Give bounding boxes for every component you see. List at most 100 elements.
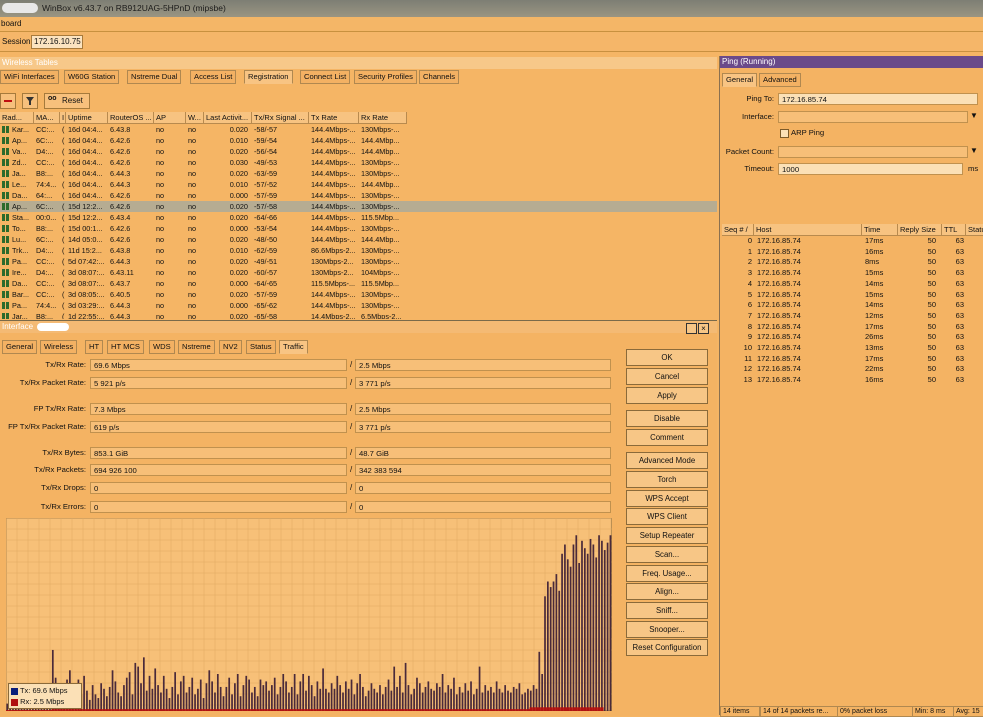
column-header-ap[interactable]: AP <box>154 112 186 124</box>
menu-text[interactable]: board <box>1 19 21 28</box>
column-header-ma[interactable]: MA... <box>34 112 60 124</box>
tab-ht-mcs[interactable]: HT MCS <box>107 340 144 354</box>
tab-general[interactable]: General <box>2 340 38 354</box>
packet-count-field[interactable] <box>778 146 968 158</box>
tab-channels[interactable]: Channels <box>419 70 460 84</box>
remove-button[interactable] <box>0 93 16 109</box>
column-header-w[interactable]: W... <box>186 112 204 124</box>
reset-configuration-button[interactable]: Reset Configuration <box>626 639 708 656</box>
close-icon[interactable]: × <box>698 323 709 334</box>
tab-access-list[interactable]: Access List <box>190 70 237 84</box>
ok-button[interactable]: OK <box>626 349 708 366</box>
scan-button[interactable]: Scan... <box>626 546 708 563</box>
table-row[interactable]: Ap... 6C:...(15d 12:2... 6.42.6 no no 0.020 -5… <box>0 201 717 212</box>
ping-row[interactable]: 0 172.16.85.74 17ms 50 63 <box>720 236 983 247</box>
tab-traffic[interactable]: Traffic <box>279 340 308 354</box>
tab-ht[interactable]: HT <box>85 340 104 354</box>
tab-wifi-interfaces[interactable]: WiFi Interfaces <box>0 70 59 84</box>
apply-button[interactable]: Apply <box>626 387 708 404</box>
table-row[interactable]: Da... 64:...(16d 04:4... 6.42.6 no no 0.000 -5… <box>0 190 717 201</box>
table-row[interactable]: Bar... CC:...(3d 08:05:... 6.40.5 no no 0.020… <box>0 289 717 300</box>
setup-repeater-button[interactable]: Setup Repeater <box>626 527 708 544</box>
session-field[interactable]: 172.16.10.75 <box>31 35 83 49</box>
ping-column-time[interactable]: Time <box>862 224 898 236</box>
tab-status[interactable]: Status <box>246 340 276 354</box>
tab-wds[interactable]: WDS <box>149 340 175 354</box>
ping-row[interactable]: 10 172.16.85.74 13ms 50 63 <box>720 343 983 354</box>
sniff-button[interactable]: Sniff... <box>626 602 708 619</box>
ping-row[interactable]: 4 172.16.85.74 14ms 50 63 <box>720 279 983 290</box>
ping-row[interactable]: 9 172.16.85.74 26ms 50 63 <box>720 332 983 343</box>
comment-button[interactable]: Comment <box>626 429 708 446</box>
ping-row[interactable]: 6 172.16.85.74 14ms 50 63 <box>720 300 983 311</box>
table-row[interactable]: Da... CC:...(3d 08:07:... 6.43.7 no no 0.000-… <box>0 278 717 289</box>
tab-advanced[interactable]: Advanced <box>759 73 801 87</box>
tab-nv2[interactable]: NV2 <box>219 340 242 354</box>
torch-button[interactable]: Torch <box>626 471 708 488</box>
table-row[interactable]: Pa... 74:4...(3d 03:29:... 6.44.3 no no 0.000… <box>0 300 717 311</box>
ping-column-reply-size[interactable]: Reply Size <box>898 224 942 236</box>
restore-icon[interactable] <box>686 323 697 334</box>
tab-registration[interactable]: Registration <box>244 70 293 84</box>
interface-dropdown-icon[interactable]: ▼ <box>970 111 978 120</box>
table-row[interactable]: To... B8:...(15d 00:1... 6.42.6 no no 0.000 -5… <box>0 223 717 234</box>
reset-button[interactable]: oo Reset <box>44 93 90 109</box>
table-row[interactable]: Ja... B8:...(16d 04:4... 6.44.3 no no 0.020 -6… <box>0 168 717 179</box>
ping-row[interactable]: 13 172.16.85.74 16ms 50 63 <box>720 375 983 386</box>
ping-row[interactable]: 8 172.16.85.74 17ms 50 63 <box>720 322 983 333</box>
rx-bar <box>483 709 487 711</box>
column-header-tx-rate[interactable]: Tx Rate <box>309 112 359 124</box>
tab-general[interactable]: General <box>722 73 758 87</box>
arp-ping-checkbox[interactable] <box>780 129 789 138</box>
interface-select[interactable] <box>778 111 968 123</box>
table-row[interactable]: Va... D4:...(16d 04:4... 6.42.6 no no 0.020 -5… <box>0 146 717 157</box>
advanced-mode-button[interactable]: Advanced Mode <box>626 452 708 469</box>
ping-row[interactable]: 5 172.16.85.74 15ms 50 63 <box>720 290 983 301</box>
cancel-button[interactable]: Cancel <box>626 368 708 385</box>
tab-connect-list[interactable]: Connect List <box>300 70 351 84</box>
rx-bar <box>452 709 456 711</box>
ping-row[interactable]: 2 172.16.85.74 8ms 50 63 <box>720 257 983 268</box>
table-row[interactable]: Ire... D4:...(3d 08:07:... 6.43.11 no no 0.02… <box>0 267 717 278</box>
tab-w60g-station[interactable]: W60G Station <box>64 70 120 84</box>
ping-to-field[interactable]: 172.16.85.74 <box>778 93 978 105</box>
freq-usage-button[interactable]: Freq. Usage... <box>626 565 708 582</box>
wps-accept-button[interactable]: WPS Accept <box>626 490 708 507</box>
ping-row[interactable]: 1 172.16.85.74 16ms 50 63 <box>720 247 983 258</box>
tab-wireless[interactable]: Wireless <box>40 340 78 354</box>
table-row[interactable]: Sta... 00:0...(15d 12:2... 6.43.4 no no 0.020… <box>0 212 717 223</box>
tx-bar <box>490 686 492 711</box>
table-row[interactable]: Pa... CC:...(5d 07:42:... 6.44.3 no no 0.020-… <box>0 256 717 267</box>
timeout-field[interactable]: 1000 <box>778 163 963 175</box>
wps-client-button[interactable]: WPS Client <box>626 508 708 525</box>
column-header-tx-rx-signal[interactable]: Tx/Rx Signal ... <box>252 112 309 124</box>
ping-column-statu[interactable]: Statu <box>966 224 983 236</box>
packet-count-dropdown-icon[interactable]: ▼ <box>970 146 978 155</box>
tab-security-profiles[interactable]: Security Profiles <box>354 70 417 84</box>
align-button[interactable]: Align... <box>626 583 708 600</box>
column-header-rx-rate[interactable]: Rx Rate <box>359 112 407 124</box>
table-row[interactable]: Zd... CC:...(16d 04:4... 6.42.6 no no 0.030 -4… <box>0 157 717 168</box>
filter-button[interactable] <box>22 93 38 109</box>
column-header-uptime[interactable]: Uptime <box>66 112 108 124</box>
ping-column-ttl[interactable]: TTL <box>942 224 966 236</box>
table-row[interactable]: Le... 74:4...(16d 04:4... 6.44.3 no no 0.010-… <box>0 179 717 190</box>
tab-nstreme[interactable]: Nstreme <box>178 340 215 354</box>
column-header-rad[interactable]: Rad... <box>0 112 34 124</box>
ping-row[interactable]: 12 172.16.85.74 22ms 50 63 <box>720 364 983 375</box>
ping-column-seq[interactable]: Seq # / <box>722 224 754 236</box>
disable-button[interactable]: Disable <box>626 410 708 427</box>
ping-column-host[interactable]: Host <box>754 224 862 236</box>
ping-row[interactable]: 3 172.16.85.74 15ms 50 63 <box>720 268 983 279</box>
snooper-button[interactable]: Snooper... <box>626 621 708 638</box>
column-header-last-activit[interactable]: Last Activit... <box>204 112 252 124</box>
ping-row[interactable]: 7 172.16.85.74 12ms 50 63 <box>720 311 983 322</box>
column-header-routeros[interactable]: RouterOS ... <box>108 112 154 124</box>
table-row[interactable]: Ap... 6C:...(16d 04:4... 6.42.6 no no 0.010 -5… <box>0 135 717 146</box>
table-row[interactable]: Lu... 6C:...(14d 05:0... 6.42.6 no no 0.020 -4… <box>0 234 717 245</box>
tab-nstreme-dual[interactable]: Nstreme Dual <box>127 70 182 84</box>
table-row[interactable]: Jar... B8:...(1d 22:55:... 6.44.3 no no 0.020… <box>0 311 717 319</box>
table-row[interactable]: Kar... CC:...(16d 04:4... 6.43.8 no no 0.020-… <box>0 124 717 135</box>
ping-row[interactable]: 11 172.16.85.74 17ms 50 63 <box>720 354 983 365</box>
table-row[interactable]: Trk... D4:...(11d 15:2... 6.43.8 no no 0.010-… <box>0 245 717 256</box>
